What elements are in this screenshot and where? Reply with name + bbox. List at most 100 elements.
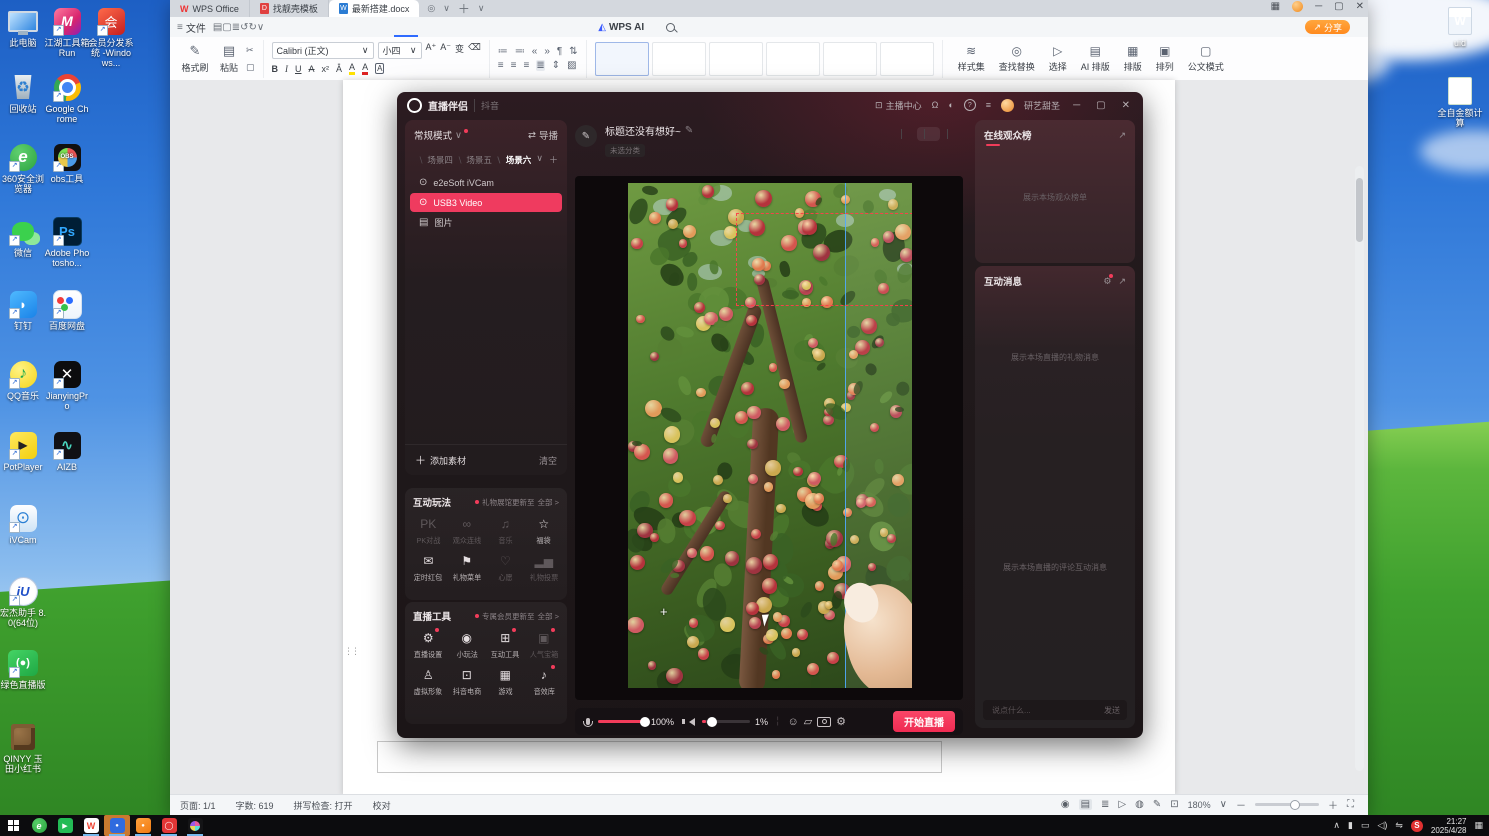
desktop-icon[interactable]: uid bbox=[1437, 6, 1483, 48]
style-item[interactable] bbox=[651, 41, 706, 76]
edit-title-icon[interactable]: ✎ bbox=[575, 125, 597, 147]
increase-indent-icon[interactable]: » bbox=[544, 46, 550, 57]
desktop-icon[interactable]: AIZB bbox=[44, 430, 90, 472]
desktop-icon[interactable]: 百度网盘 bbox=[44, 289, 90, 331]
shading-icon[interactable]: ▨ bbox=[567, 60, 576, 71]
tray-volume-icon[interactable]: ◁) bbox=[1377, 820, 1387, 831]
speaker-icon[interactable] bbox=[682, 717, 696, 726]
tab-wps-home[interactable]: W WPS Office bbox=[170, 0, 250, 17]
chat-input-bar[interactable]: 发送 bbox=[983, 700, 1127, 720]
tool-feature-button[interactable]: ♙ 虚拟形象 bbox=[409, 666, 448, 697]
save-icon[interactable]: ▤ bbox=[213, 22, 222, 33]
taskbar-app-button[interactable] bbox=[78, 815, 104, 836]
tab-more-icon[interactable]: ∨ bbox=[443, 3, 450, 14]
tool-feature-button[interactable]: ⊡ 抖音电商 bbox=[448, 666, 487, 697]
source-item[interactable]: ▤ 图片 bbox=[410, 213, 562, 232]
ribbon-tab[interactable] bbox=[394, 17, 418, 37]
zoom-out-button[interactable]: － bbox=[1236, 797, 1246, 812]
tab-wps-ai[interactable]: ◭ WPS AI bbox=[586, 17, 656, 37]
play-feature-button[interactable]: ☆ 福袋 bbox=[525, 515, 564, 546]
zoom-dropdown-icon[interactable]: ∨ bbox=[1220, 799, 1227, 810]
more-commands-icon[interactable]: ∨ bbox=[257, 22, 264, 33]
play-feature-button[interactable]: ♫ 音乐 bbox=[486, 515, 525, 546]
ribbon-tab[interactable] bbox=[418, 17, 442, 37]
screen-mode-option[interactable] bbox=[894, 127, 917, 141]
help-icon[interactable]: ? bbox=[963, 99, 976, 111]
tab-template-doc[interactable]: D 找靓壳模板 bbox=[250, 0, 329, 17]
popout-icon[interactable]: ↗ bbox=[1118, 276, 1126, 287]
ribbon-tab[interactable] bbox=[538, 17, 562, 37]
style-item[interactable] bbox=[708, 41, 763, 76]
taskbar-app-button[interactable] bbox=[156, 815, 182, 836]
fit-page-icon[interactable]: ⊡ bbox=[1170, 799, 1178, 810]
bold-button[interactable]: B bbox=[272, 64, 279, 74]
bullet-list-icon[interactable]: ≔ bbox=[498, 46, 508, 57]
username[interactable]: 研艺甜圣 bbox=[1024, 99, 1060, 112]
mode-select[interactable]: 常规模式 bbox=[414, 128, 452, 142]
chat-input[interactable] bbox=[990, 704, 1104, 716]
desktop-icon[interactable]: 江湖工具箱 Run bbox=[44, 6, 90, 58]
ribbon-tab[interactable] bbox=[442, 17, 466, 37]
change-case-icon[interactable]: 变 bbox=[455, 42, 464, 59]
status-item[interactable]: 拼写检查: 打开 bbox=[294, 799, 353, 812]
tool-feature-button[interactable]: ▣ 人气宝箱 bbox=[525, 628, 564, 660]
play-all-link[interactable]: 全部 > bbox=[538, 497, 559, 508]
crop-selection-rect[interactable] bbox=[735, 213, 912, 307]
number-list-icon[interactable]: ≕ bbox=[515, 46, 525, 57]
desktop-icon[interactable]: 360安全浏览器 bbox=[0, 142, 46, 194]
desktop-icon[interactable]: PotPlayer bbox=[0, 430, 46, 472]
minimize-button[interactable]: ─ bbox=[1315, 1, 1322, 12]
ribbon-tool[interactable]: ▦ 排版 bbox=[1117, 44, 1149, 73]
desktop-icon[interactable]: 全自金额计算 bbox=[1437, 76, 1483, 128]
style-item[interactable] bbox=[594, 41, 649, 76]
title-edit-pencil-icon[interactable]: ✎ bbox=[685, 125, 693, 136]
tool-feature-button[interactable]: ▦ 游戏 bbox=[486, 666, 525, 697]
strikethrough-button[interactable]: A bbox=[309, 64, 315, 74]
headset-icon[interactable]: Ω bbox=[932, 100, 939, 110]
read-mode-icon[interactable]: ▷ bbox=[1118, 799, 1126, 810]
stream-title[interactable]: 标题还没有想好~ bbox=[605, 123, 681, 138]
tool-feature-button[interactable]: ◉ 小玩法 bbox=[448, 629, 487, 660]
start-streaming-button[interactable]: 开始直播 bbox=[893, 711, 955, 732]
desktop-icon[interactable]: Google Chrome bbox=[44, 72, 90, 124]
desktop-icon[interactable]: QQ音乐 bbox=[0, 359, 46, 401]
highlight-color-button[interactable]: A bbox=[349, 62, 356, 75]
menu-file[interactable]: ≡ 文件 bbox=[177, 20, 206, 35]
zoom-level[interactable]: 180% bbox=[1188, 800, 1211, 810]
style-item[interactable] bbox=[765, 41, 820, 76]
desktop-icon[interactable]: 钉钉 bbox=[0, 289, 46, 331]
live-close-button[interactable]: ✕ bbox=[1119, 100, 1133, 111]
line-spacing-icon[interactable]: ⇕ bbox=[552, 60, 560, 71]
play-feature-button[interactable]: ▂▅ 礼物投票 bbox=[525, 552, 564, 583]
whiteboard-icon[interactable]: ▱ bbox=[804, 715, 812, 728]
live-minimize-button[interactable]: ─ bbox=[1070, 100, 1083, 111]
scene-tab[interactable]: 场景四 bbox=[414, 154, 453, 166]
ribbon-tool[interactable]: ▢ 公文模式 bbox=[1181, 44, 1231, 73]
anchor-center-button[interactable]: ⊡ 主播中心 bbox=[875, 99, 922, 112]
tray-mic-icon[interactable]: ▮ bbox=[1348, 820, 1353, 831]
output-icon[interactable]: ▢ bbox=[222, 22, 231, 33]
char-border-button[interactable]: A bbox=[375, 63, 385, 74]
status-item[interactable]: 校对 bbox=[373, 799, 391, 812]
taskbar-app-button[interactable] bbox=[130, 815, 156, 836]
fullscreen-icon[interactable]: ⛶ bbox=[1347, 799, 1354, 810]
page-view-icon[interactable]: ▤ bbox=[1078, 799, 1093, 810]
beauty-icon[interactable]: ☺ bbox=[787, 716, 798, 728]
tray-settings-icon[interactable]: ⇋ bbox=[1395, 820, 1403, 831]
ribbon-tab[interactable] bbox=[562, 17, 586, 37]
taskbar-app-button[interactable] bbox=[104, 815, 130, 836]
tray-display-icon[interactable]: ▭ bbox=[1361, 820, 1370, 831]
paragraph-drag-handle[interactable]: ⋮⋮ bbox=[344, 646, 360, 657]
tray-sogou-icon[interactable]: S bbox=[1410, 819, 1423, 832]
add-material-button[interactable]: ＋添加素材 bbox=[415, 452, 466, 468]
play-feature-button[interactable]: ⚑ 礼物菜单 bbox=[448, 552, 487, 583]
desktop-icon[interactable]: 此电脑 bbox=[0, 6, 46, 48]
scene-tab[interactable]: 场景五 bbox=[453, 154, 492, 166]
sort-icon[interactable]: ⇅ bbox=[569, 46, 577, 57]
mic-volume-slider[interactable] bbox=[598, 716, 650, 727]
mode-dropdown-icon[interactable]: ∨ bbox=[455, 130, 462, 141]
ribbon-tool[interactable]: ≋ 样式集 bbox=[951, 44, 992, 73]
close-button[interactable]: ✕ bbox=[1356, 1, 1364, 12]
source-item[interactable]: ⊙ USB3 Video bbox=[410, 193, 562, 212]
desktop-icon[interactable]: Adobe Photosho... bbox=[44, 216, 90, 268]
